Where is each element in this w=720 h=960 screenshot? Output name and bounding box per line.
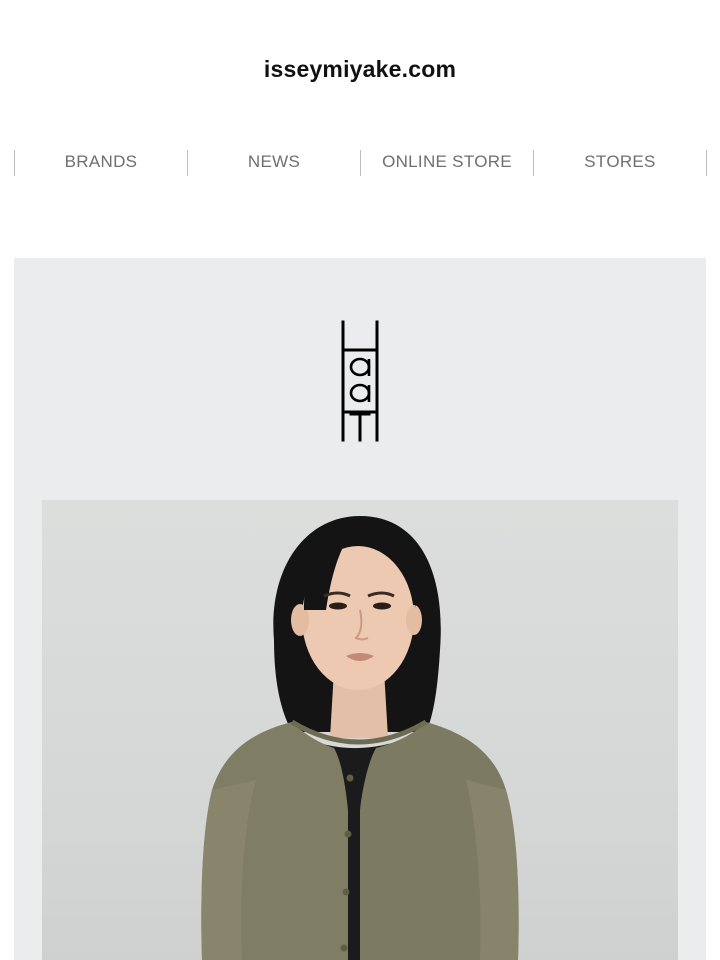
haat-brand-logo[interactable] xyxy=(340,320,380,442)
main-nav: BRANDS NEWS ONLINE STORE STORES xyxy=(14,150,707,176)
nav-item-brands[interactable]: BRANDS xyxy=(15,150,188,176)
model-photo[interactable] xyxy=(42,500,678,960)
nav-item-news[interactable]: NEWS xyxy=(188,150,361,176)
nav-item-stores[interactable]: STORES xyxy=(534,150,707,176)
email-header: isseymiyake.com xyxy=(0,0,720,120)
hero-section xyxy=(14,258,706,960)
site-title-link[interactable]: isseymiyake.com xyxy=(0,56,720,83)
nav-item-online-store[interactable]: ONLINE STORE xyxy=(361,150,534,176)
